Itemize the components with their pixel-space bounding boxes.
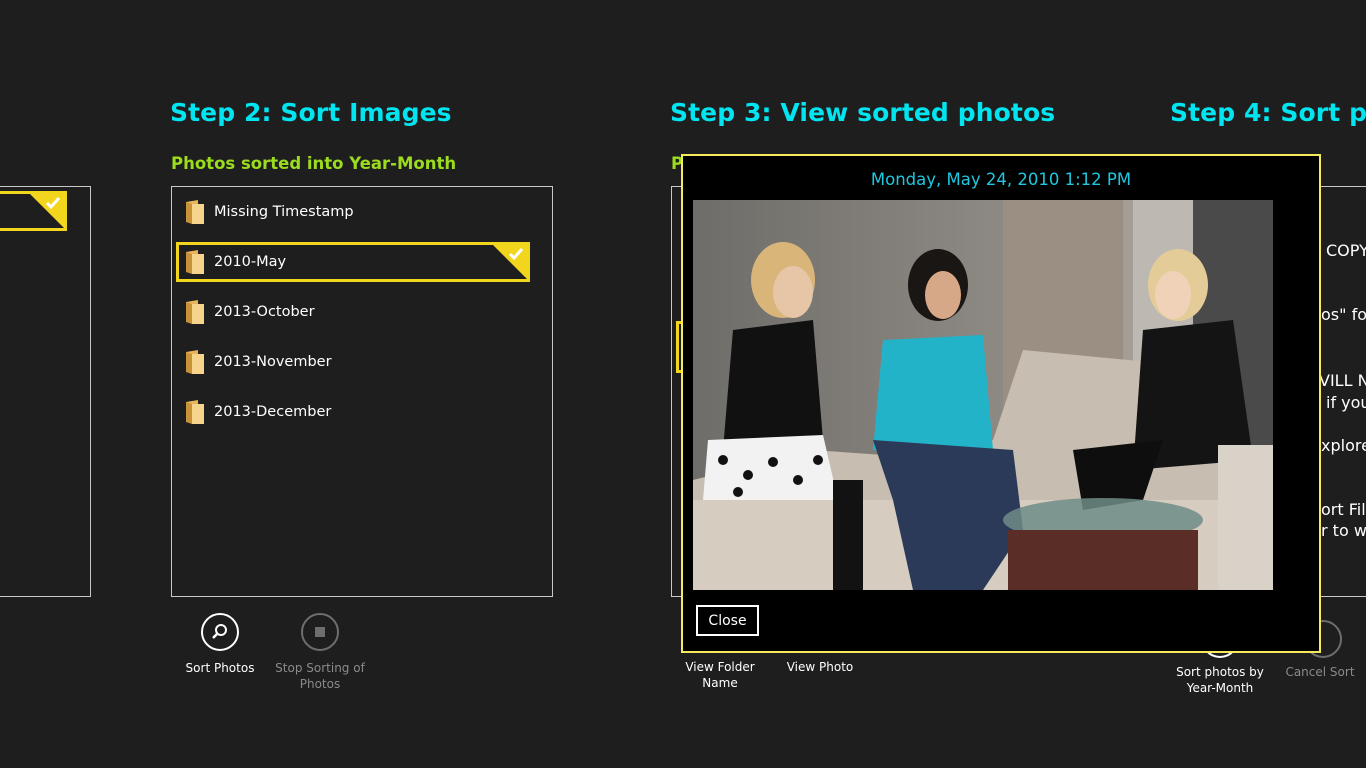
view-folder-name-button[interactable]: View Folder Name (670, 659, 770, 691)
photo-date: Monday, May 24, 2010 1:12 PM (870, 170, 1132, 189)
view-photo-label: View Photo (786, 660, 854, 674)
folder-label: 2013-November (214, 354, 332, 370)
step4-text-fragment: ort Fil (1321, 500, 1366, 519)
folder-label: 2013-December (214, 404, 332, 420)
folder-item-2013-october[interactable]: 2013-October (176, 292, 530, 332)
step2-title: Step 2: Sort Images (170, 98, 452, 127)
folder-item-2010-may[interactable]: 2010-May (176, 242, 530, 282)
folder-item-2013-december[interactable]: 2013-December (176, 392, 530, 432)
sort-photos-button[interactable]: Sort Photos (170, 613, 270, 676)
step4-text-fragment: COPY (1326, 241, 1366, 260)
sort-photos-label: Sort Photos (185, 661, 255, 675)
photo-viewer-dialog: Monday, May 24, 2010 1:12 PM Close (681, 154, 1321, 653)
folder-label: Missing Timestamp (214, 204, 354, 220)
step2-subtitle: Photos sorted into Year-Month (171, 154, 457, 173)
view-photo-button[interactable]: View Photo (770, 659, 870, 675)
stop-sorting-label-line1: Stop Sorting of (275, 661, 365, 675)
folder-icon (184, 348, 206, 376)
sort-by-year-month-button[interactable]: Sort photos by Year-Month (1170, 664, 1270, 696)
close-button[interactable]: Close (696, 605, 759, 636)
cancel-sort-button[interactable]: Cancel Sort (1270, 664, 1366, 680)
stop-icon (301, 613, 339, 651)
step1-panel (0, 186, 91, 597)
step4-text-fragment: r to wh (1321, 521, 1366, 540)
folder-icon (184, 398, 206, 426)
folder-icon (184, 198, 206, 226)
stop-sorting-label-line2: Photos (299, 677, 341, 691)
view-folder-label-line1: View Folder (685, 660, 755, 674)
folder-item-missing-timestamp[interactable]: Missing Timestamp (176, 192, 530, 232)
step4-text-fragment: if you (1326, 393, 1366, 412)
step1-selected-item[interactable] (0, 191, 67, 231)
step4-text-fragment: os" fol (1321, 305, 1366, 324)
step4-text-fragment: VILL N (1319, 371, 1366, 390)
search-icon (201, 613, 239, 651)
folder-icon (184, 248, 206, 276)
folder-label: 2013-October (214, 304, 315, 320)
sort-by-ym-label-line2: Year-Month (1186, 681, 1254, 695)
stop-sorting-button[interactable]: Stop Sorting of Photos (270, 613, 370, 692)
cancel-sort-label: Cancel Sort (1285, 665, 1355, 679)
folder-icon (184, 298, 206, 326)
checkmark-icon (29, 193, 65, 229)
checkmark-icon (492, 244, 528, 280)
folder-item-2013-november[interactable]: 2013-November (176, 342, 530, 382)
photo-image (693, 200, 1273, 590)
folder-label: 2010-May (214, 254, 287, 270)
sorted-folders-list[interactable]: Missing Timestamp 2010-May 2013-October … (171, 186, 553, 597)
sort-by-ym-label-line1: Sort photos by (1176, 665, 1264, 679)
step4-text-fragment: xplore (1321, 436, 1366, 455)
step3-title: Step 3: View sorted photos (670, 98, 1056, 127)
step4-title: Step 4: Sort pho (1170, 98, 1366, 127)
view-folder-label-line2: Name (702, 676, 738, 690)
